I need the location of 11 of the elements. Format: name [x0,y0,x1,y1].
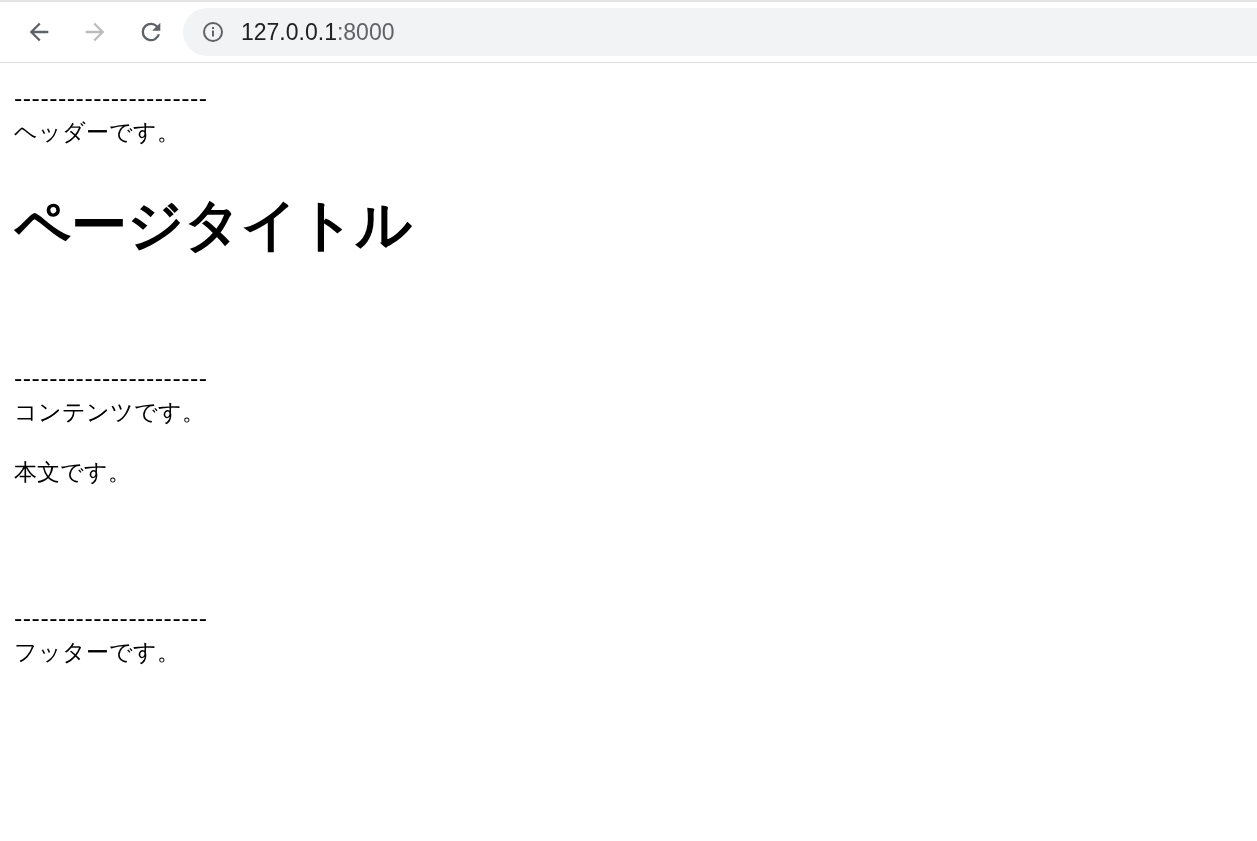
url-text: 127.0.0.1:8000 [241,18,395,46]
dashed-line-text: ---------------------- [14,84,209,113]
page-title: ページタイトル [14,191,413,259]
address-field[interactable]: 127.0.0.1:8000 [183,8,1257,56]
body-text: 本文です。 [14,458,132,487]
dashed-line-text: ---------------------- [14,604,209,633]
dashed-line-text: ---------------------- [14,364,209,393]
content-text: コンテンツです。 [14,398,206,427]
info-icon[interactable] [201,20,225,44]
footer-text: フッターです。 [14,638,181,667]
header-text: ヘッダーです。 [14,118,181,147]
